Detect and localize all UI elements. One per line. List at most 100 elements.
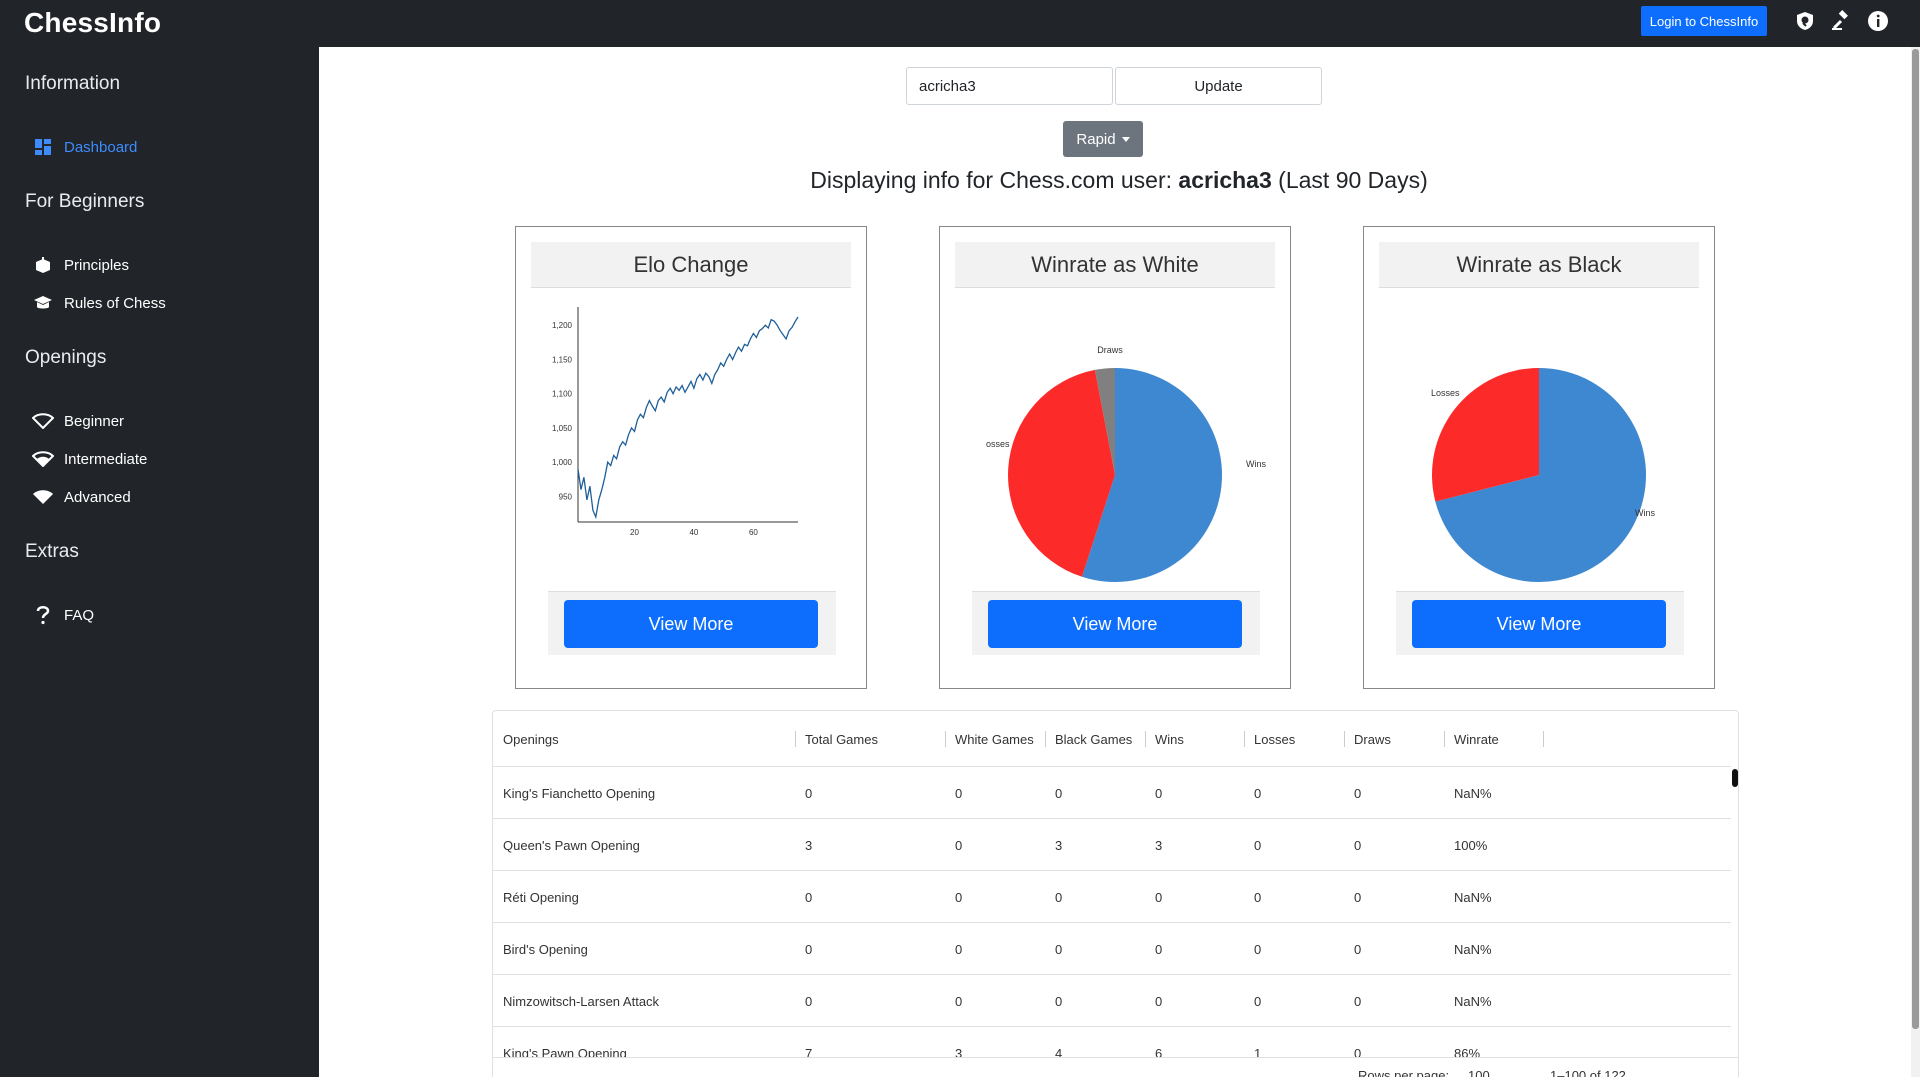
cell-winrate: NaN% <box>1454 889 1492 905</box>
cell-opening: Queen's Pawn Opening <box>503 837 640 853</box>
elo-change-card: Elo Change 950 1,000 1,050 1,100 1,150 1,200 2… <box>515 226 867 689</box>
card-footer: View More <box>972 591 1260 655</box>
cell-black-games: 0 <box>1055 941 1063 957</box>
cell-winrate: NaN% <box>1454 941 1492 957</box>
white-chart-container: Wins osses Draws <box>955 297 1275 587</box>
view-more-button[interactable]: View More <box>1412 600 1666 648</box>
main-content: Update Rapid Displaying info for Chess.c… <box>319 47 1911 1077</box>
table-row[interactable]: King's Fianchetto Opening 0 0 0 0 0 0 NaN% <box>493 767 1731 819</box>
sidebar-item-label: FAQ <box>64 606 95 624</box>
sidebar-item-rules-of-chess[interactable]: Rules of Chess <box>32 290 166 316</box>
cell-total-games: 0 <box>805 889 813 905</box>
table-row[interactable]: Réti Opening 0 0 0 0 0 0 NaN% <box>493 871 1731 923</box>
update-button[interactable]: Update <box>1115 67 1322 105</box>
cell-opening: Nimzowitsch-Larsen Attack <box>503 993 660 1009</box>
page-scroll-thumb[interactable] <box>1912 49 1919 1029</box>
cell-draws: 0 <box>1354 941 1362 957</box>
info-icon[interactable] <box>1866 9 1890 33</box>
cell-losses: 0 <box>1254 941 1262 957</box>
cell-white-games: 0 <box>955 785 963 801</box>
brand-logo[interactable]: ChessInfo <box>24 7 161 39</box>
card-footer: View More <box>1396 591 1684 655</box>
cell-opening: Bird's Opening <box>503 941 588 957</box>
sidebar-item-label: Intermediate <box>64 450 148 468</box>
column-separator[interactable] <box>1543 731 1544 747</box>
pie-label-draws: Draws <box>1097 345 1123 355</box>
card-title: Elo Change <box>531 242 851 288</box>
display-prefix: Displaying info for Chess.com user: <box>810 167 1173 193</box>
pie-label-wins: Wins <box>1246 459 1266 469</box>
column-header-draws[interactable]: Draws <box>1344 711 1391 767</box>
display-suffix: (Last 90 Days) <box>1278 167 1428 193</box>
section-title-openings: Openings <box>25 347 107 368</box>
time-control-dropdown[interactable]: Rapid <box>1063 121 1143 157</box>
cell-opening: King's Fianchetto Opening <box>503 785 656 801</box>
login-button[interactable]: Login to ChessInfo <box>1641 6 1767 36</box>
dashboard-icon <box>32 136 54 158</box>
column-header-total-games[interactable]: Total Games <box>795 711 878 767</box>
cell-white-games: 0 <box>955 941 963 957</box>
sidebar-item-faq[interactable]: FAQ <box>32 602 94 628</box>
table-scrollbar[interactable] <box>1731 767 1738 1067</box>
gavel-icon[interactable] <box>1829 9 1853 33</box>
sidebar-item-intermediate[interactable]: Intermediate <box>32 446 147 472</box>
display-username: acricha3 <box>1178 167 1272 193</box>
winrate-white-card: Winrate as White Wins osses Draws View Mor… <box>939 226 1291 689</box>
column-header-openings[interactable]: Openings <box>493 711 559 767</box>
column-header-losses[interactable]: Losses <box>1244 711 1295 767</box>
table-row[interactable]: Nimzowitsch-Larsen Attack 0 0 0 0 0 0 NaN% <box>493 975 1731 1027</box>
table-row[interactable]: Bird's Opening 0 0 0 0 0 0 NaN% <box>493 923 1731 975</box>
column-header-winrate[interactable]: Winrate <box>1444 711 1499 767</box>
winrate-black-card: Winrate as Black Wins Losses View More <box>1363 226 1715 689</box>
rows-per-page-label: Rows per page: <box>1358 1068 1450 1077</box>
username-input[interactable] <box>906 67 1113 105</box>
x-tick-label: 60 <box>749 528 758 537</box>
cell-winrate: 100% <box>1454 837 1488 853</box>
cell-total-games: 0 <box>805 993 813 1009</box>
cell-winrate: NaN% <box>1454 993 1492 1009</box>
cell-winrate: NaN% <box>1454 785 1492 801</box>
view-more-button[interactable]: View More <box>988 600 1242 648</box>
graduation-cap-icon <box>32 292 54 314</box>
column-header-wins[interactable]: Wins <box>1145 711 1184 767</box>
rows-per-page-select[interactable]: 100 <box>1468 1068 1490 1077</box>
elo-series-line <box>577 316 799 520</box>
sidebar-item-label: Beginner <box>64 412 125 430</box>
sidebar-item-beginner[interactable]: Beginner <box>32 408 124 434</box>
question-icon <box>32 604 54 626</box>
y-tick-label: 950 <box>559 492 573 501</box>
pie-label-wins: Wins <box>1635 508 1655 518</box>
table-scroll-thumb[interactable] <box>1732 769 1738 787</box>
black-chart-container: Wins Losses <box>1379 297 1699 587</box>
column-header-black-games[interactable]: Black Games <box>1045 711 1132 767</box>
section-title-information: Information <box>25 73 121 94</box>
white-pie-chart: Wins osses Draws <box>986 345 1266 582</box>
black-pie-chart: Wins Losses <box>1431 368 1655 582</box>
shield-icon[interactable] <box>1793 9 1817 33</box>
elo-line-chart: 950 1,000 1,050 1,100 1,150 1,200 20 40 60 <box>552 307 799 537</box>
x-tick-label: 40 <box>689 528 698 537</box>
table-row[interactable]: Queen's Pawn Opening 3 0 3 3 0 0 100% <box>493 819 1731 871</box>
cell-draws: 0 <box>1354 889 1362 905</box>
cell-black-games: 0 <box>1055 889 1063 905</box>
page-scrollbar[interactable] <box>1911 47 1920 1077</box>
sidebar-item-advanced[interactable]: Advanced <box>32 484 131 510</box>
sidebar-item-label: Advanced <box>64 488 131 506</box>
cell-losses: 0 <box>1254 785 1262 801</box>
pie-label-losses: osses <box>986 439 1010 449</box>
wifi-full-icon <box>32 486 54 508</box>
box-icon <box>32 254 54 276</box>
y-tick-label: 1,150 <box>552 355 573 364</box>
y-tick-label: 1,000 <box>552 458 573 467</box>
time-control-label: Rapid <box>1076 130 1116 148</box>
wifi-low-icon <box>32 410 54 432</box>
column-header-white-games[interactable]: White Games <box>945 711 1034 767</box>
display-info-line: Displaying info for Chess.com user: acri… <box>319 167 1919 194</box>
cell-wins: 0 <box>1155 889 1163 905</box>
view-more-button[interactable]: View More <box>564 600 818 648</box>
sidebar-item-principles[interactable]: Principles <box>32 252 129 278</box>
cell-opening: Réti Opening <box>503 889 579 905</box>
cell-draws: 0 <box>1354 837 1362 853</box>
sidebar-item-dashboard[interactable]: Dashboard <box>32 134 137 160</box>
cell-total-games: 3 <box>805 837 813 853</box>
